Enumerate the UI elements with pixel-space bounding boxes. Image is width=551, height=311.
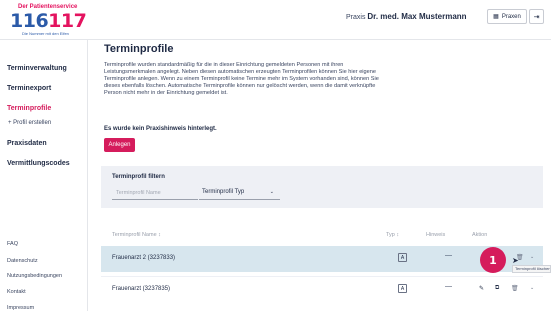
praxis-hint: Es wurde kein Praxishinweis hinterlegt. bbox=[104, 126, 217, 132]
filter-type-select[interactable]: Terminprofil Typ ⌄ bbox=[199, 188, 280, 200]
praxis-label: Praxis Dr. med. Max Mustermann bbox=[346, 12, 467, 21]
praxen-button[interactable]: ▦ Praxen bbox=[487, 9, 527, 24]
logo[interactable]: Der Patientenservice 116117 Die Nummer m… bbox=[10, 4, 87, 36]
table-row[interactable]: Frauenarzt 2 (3237833) A — 🗑 ⌄ bbox=[101, 246, 543, 272]
main-content: Terminprofile Terminprofile wurden stand… bbox=[89, 40, 551, 311]
footer-link-impressum[interactable]: Impressum bbox=[7, 305, 34, 311]
trash-icon[interactable]: 🗑 bbox=[511, 285, 519, 292]
hinweis-value: — bbox=[445, 283, 452, 290]
doctor-name: Dr. med. Max Mustermann bbox=[367, 12, 467, 21]
row-name: Frauenarzt (3237835) bbox=[112, 286, 171, 292]
edit-icon[interactable]: ✎ bbox=[479, 285, 484, 292]
filter-panel: Terminprofil filtern Terminprofil Name T… bbox=[101, 166, 543, 208]
sidebar-item-terminexport[interactable]: Terminexport bbox=[7, 85, 51, 92]
praxen-label: Praxen bbox=[501, 13, 521, 20]
footer-link-datenschutz[interactable]: Datenschutz bbox=[7, 258, 38, 264]
row-name: Frauenarzt 2 (3237833) bbox=[112, 255, 176, 261]
step-callout: 1 bbox=[480, 247, 506, 273]
header-aktion: Aktion bbox=[472, 232, 488, 238]
top-bar: Der Patientenservice 116117 Die Nummer m… bbox=[0, 0, 551, 40]
page-description: Terminprofile wurden standardmäßig für d… bbox=[104, 62, 379, 96]
header-typ[interactable]: Typ ↕ bbox=[386, 232, 399, 238]
chevron-down-icon: ⌄ bbox=[269, 189, 274, 195]
logo-number-a: 116 bbox=[10, 10, 49, 32]
building-icon: ▦ bbox=[493, 14, 499, 20]
footer-link-kontakt[interactable]: Kontakt bbox=[7, 289, 26, 295]
logout-icon: ⇥ bbox=[533, 13, 540, 21]
footer-link-faq[interactable]: FAQ bbox=[7, 241, 18, 247]
table-row[interactable]: Frauenarzt (3237835) A — ✎ ⧉ 🗑 ⌄ bbox=[101, 276, 543, 302]
logo-number-b: 117 bbox=[48, 10, 87, 32]
typ-badge: A bbox=[398, 284, 407, 293]
hinweis-value: — bbox=[445, 252, 452, 259]
cursor-icon: ➤ bbox=[512, 256, 519, 265]
praxis-prefix: Praxis bbox=[346, 14, 366, 21]
sidebar-item-vermittlungscodes[interactable]: Vermittlungscodes bbox=[7, 160, 70, 167]
footer-link-nutzungsbedingungen[interactable]: Nutzungsbedingungen bbox=[7, 273, 62, 279]
chevron-down-icon[interactable]: ⌄ bbox=[530, 254, 534, 260]
anlegen-button[interactable]: Anlegen bbox=[104, 138, 135, 152]
header-hinweis: Hinweis bbox=[426, 232, 446, 238]
filter-title: Terminprofil filtern bbox=[112, 174, 165, 180]
sidebar-item-terminverwaltung[interactable]: Terminverwaltung bbox=[7, 65, 67, 72]
copy-icon[interactable]: ⧉ bbox=[495, 285, 499, 292]
page-title: Terminprofile bbox=[104, 43, 174, 55]
sidebar-item-terminprofile[interactable]: Terminprofile bbox=[7, 105, 51, 112]
sidebar-subitem-profil-erstellen[interactable]: + Profil erstellen bbox=[8, 120, 51, 126]
chevron-down-icon[interactable]: ⌄ bbox=[530, 285, 534, 291]
logo-number: 116117 bbox=[10, 10, 87, 32]
typ-badge: A bbox=[398, 253, 407, 262]
sidebar-item-praxisdaten[interactable]: Praxisdaten bbox=[7, 140, 47, 147]
filter-type-value: Terminprofil Typ bbox=[202, 189, 245, 195]
filter-name-input[interactable]: Terminprofil Name bbox=[112, 188, 198, 200]
logo-subtitle: Die Nummer mit den Elfen bbox=[22, 31, 69, 36]
tooltip: Terminprofil löschen bbox=[512, 265, 551, 273]
sidebar: Terminverwaltung Terminexport Terminprof… bbox=[0, 40, 88, 311]
logout-button[interactable]: ⇥ bbox=[529, 9, 544, 24]
header-name[interactable]: Terminprofil Name ↕ bbox=[112, 232, 161, 238]
